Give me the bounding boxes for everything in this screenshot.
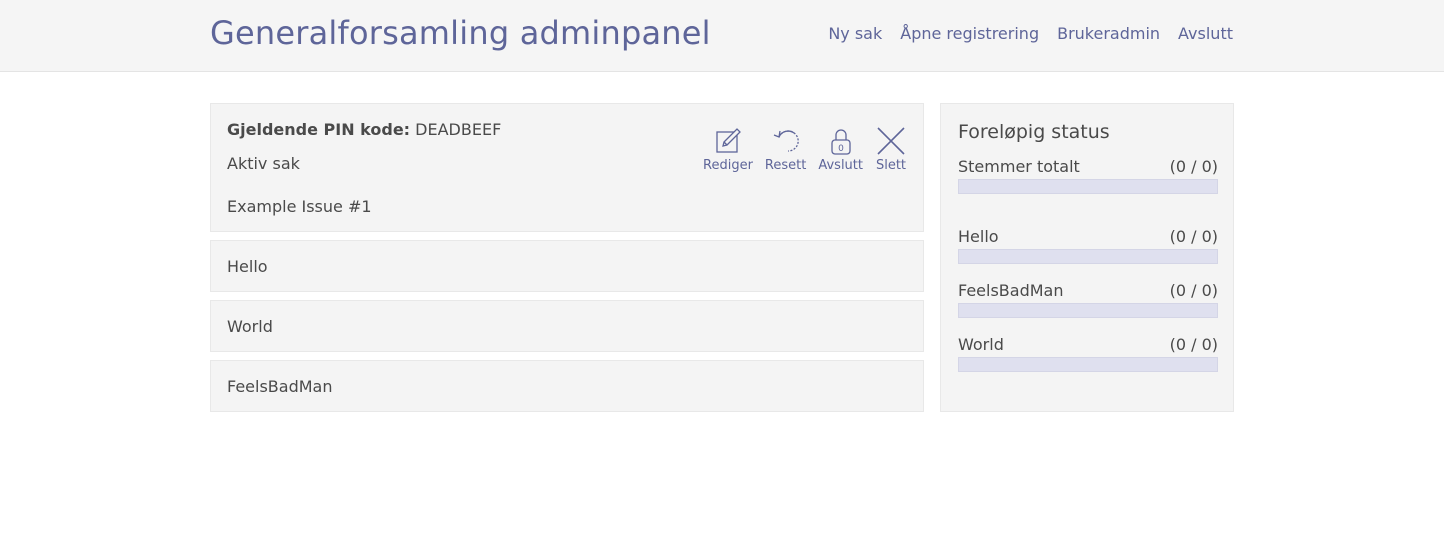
alternative-item[interactable]: FeelsBadMan [210,360,924,412]
nav-logout[interactable]: Avslutt [1178,24,1233,43]
close-issue-label: Avslutt [818,158,863,173]
lock-badge: 0 [838,144,844,154]
lock-icon: 0 [831,129,851,155]
alternative-label: FeelsBadMan [227,377,333,396]
status-row-label: FeelsBadMan [958,281,1064,300]
status-row-label: World [958,335,1004,354]
status-row-count: (0 / 0) [1169,227,1218,246]
issue-title: Example Issue #1 [227,197,372,216]
reset-icon [773,130,799,152]
issue-actions: Rediger Resett 0 Avslutt Slett [703,126,907,173]
pin-line: Gjeldende PIN kode: DEADBEEF [227,120,501,139]
progress-bar [958,249,1218,264]
alternative-label: Hello [227,257,268,276]
status-row-count: (0 / 0) [1169,335,1218,354]
reset-button[interactable]: Resett [765,126,806,173]
alternative-label: World [227,317,273,336]
nav-new-issue[interactable]: Ny sak [828,24,882,43]
nav-user-admin[interactable]: Brukeradmin [1057,24,1160,43]
active-issue-panel: Gjeldende PIN kode: DEADBEEF Aktiv sak E… [210,103,924,232]
delete-button[interactable]: Slett [875,126,907,173]
pin-label: Gjeldende PIN kode: [227,120,411,139]
status-panel: Foreløpig status Stemmer totalt (0 / 0) … [940,103,1234,412]
progress-bar [958,303,1218,318]
reset-label: Resett [764,158,807,173]
close-icon [877,127,905,155]
progress-bar [958,357,1218,372]
main-nav: Ny sak Åpne registrering Brukeradmin Avs… [828,24,1233,43]
edit-icon [716,128,741,153]
status-row-label: Hello [958,227,999,246]
edit-button[interactable]: Rediger [703,126,753,173]
edit-label: Rediger [703,158,753,173]
progress-bar [958,179,1218,194]
pin-value: DEADBEEF [415,120,502,139]
top-header: Generalforsamling adminpanel Ny sak Åpne… [0,0,1444,72]
delete-label: Slett [875,158,907,173]
alternative-item[interactable]: Hello [210,240,924,292]
status-row-label: Stemmer totalt [958,157,1080,176]
status-row-count: (0 / 0) [1169,157,1218,176]
app-title[interactable]: Generalforsamling adminpanel [210,14,711,52]
close-issue-button[interactable]: 0 Avslutt [818,126,863,173]
status-row-count: (0 / 0) [1169,281,1218,300]
status-title: Foreløpig status [958,121,1110,143]
alternative-item[interactable]: World [210,300,924,352]
active-issue-label: Aktiv sak [227,154,300,173]
nav-open-registration[interactable]: Åpne registrering [900,24,1039,43]
